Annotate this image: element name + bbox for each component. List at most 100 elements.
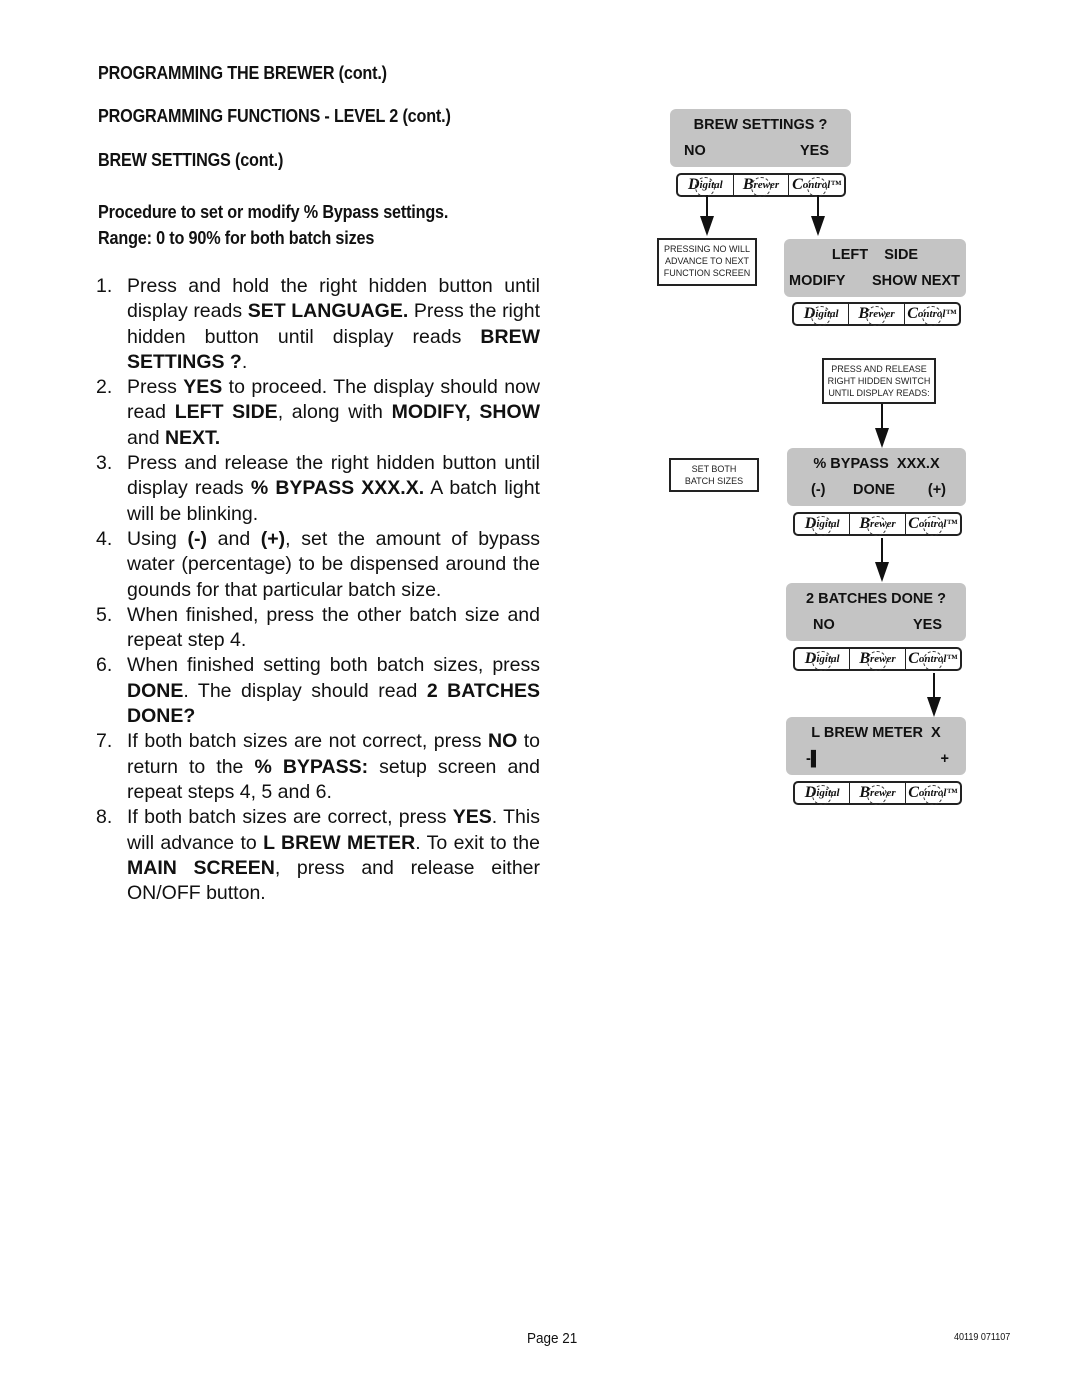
arrow-down-icon <box>875 428 889 448</box>
digital-button[interactable]: Digital <box>795 514 851 536</box>
step-item: 3. Press and release the right hidden but… <box>96 451 540 527</box>
digital-button[interactable]: Digital <box>794 304 850 326</box>
logo-initial: C <box>792 176 803 193</box>
display-minus: -▌ <box>806 751 822 767</box>
display-no: NO <box>813 617 835 633</box>
step-keyword: (-) <box>187 527 207 550</box>
note-line: BATCH SIZES <box>684 476 744 486</box>
hidden-switch-icon <box>751 177 771 197</box>
button-strip: Digital Brewer Control™ <box>793 647 962 671</box>
step-keyword: % BYPASS: <box>254 755 369 778</box>
control-button[interactable]: Control™ <box>906 649 960 671</box>
arrow-down-icon <box>811 216 825 236</box>
control-button[interactable]: Control™ <box>789 175 844 197</box>
hidden-switch-icon <box>866 306 887 326</box>
step-text: Using (-) and (+), set the amount of byp… <box>127 527 540 603</box>
step-text-run: and <box>206 527 261 550</box>
hidden-switch-icon <box>921 306 942 326</box>
note-line: FUNCTION SCREEN <box>663 268 751 278</box>
display-plus: (+) <box>927 482 946 498</box>
digital-button[interactable]: Digital <box>678 175 734 197</box>
display-yes: YES <box>799 143 829 159</box>
step-number: 6. <box>96 654 113 677</box>
step-text-run: . The display should read <box>183 679 427 702</box>
brewer-button[interactable]: Brewer <box>850 783 906 805</box>
hidden-switch-icon <box>922 516 943 536</box>
step-text-run: When finished, press the other batch siz… <box>127 603 540 652</box>
step-number: 3. <box>96 452 113 475</box>
hidden-switch-icon <box>922 651 943 671</box>
logo-initial: C <box>907 305 918 322</box>
document-code: 40119 071107 <box>954 1332 1011 1343</box>
connector-line <box>881 538 883 562</box>
step-keyword: (+) <box>260 527 286 550</box>
logo-initial: C <box>908 784 919 801</box>
step-number: 8. <box>96 806 113 829</box>
step-keyword: YES <box>452 806 492 829</box>
step-number: 7. <box>96 730 113 753</box>
brewer-button[interactable]: Brewer <box>850 649 906 671</box>
button-strip: Digital Brewer Control™ <box>793 781 962 805</box>
step-text-run: When finished setting both batch sizes, … <box>127 654 540 677</box>
display-line1: L BREW METER X <box>811 725 941 741</box>
display-no: NO <box>684 143 706 159</box>
hidden-switch-icon <box>695 177 716 197</box>
step-item: 7. If both batch sizes are not correct, p… <box>96 729 540 805</box>
step-keyword: YES <box>183 376 223 399</box>
display-show: SHOW <box>872 273 918 289</box>
brewer-button[interactable]: Brewer <box>850 514 906 536</box>
hidden-switch-icon <box>806 177 827 197</box>
step-keyword: NO <box>487 730 518 753</box>
display-modify: MODIFY <box>789 273 846 289</box>
brewer-button[interactable]: Brewer <box>849 304 905 326</box>
step-keyword: LEFT SIDE <box>174 401 278 424</box>
brewer-button[interactable]: Brewer <box>734 175 790 197</box>
control-button[interactable]: Control™ <box>905 304 959 326</box>
display-screen-brew-meter: L BREW METER X -▌ + <box>786 717 966 775</box>
step-item: 4. Using (-) and (+), set the amount of b… <box>96 527 540 603</box>
logo-initial: C <box>908 515 919 532</box>
display-line1: LEFT SIDE <box>831 247 919 263</box>
step-number: 4. <box>96 527 113 550</box>
step-item: 5. When finished, press the other batch s… <box>96 603 540 654</box>
step-text-run: Press <box>127 376 184 399</box>
step-item: 6. When finished setting both batch sizes… <box>96 653 540 729</box>
step-keyword: DONE <box>127 679 184 702</box>
control-button[interactable]: Control™ <box>906 514 960 536</box>
note-press-release: PRESS AND RELEASE RIGHT HIDDEN SWITCH UN… <box>822 358 936 404</box>
step-text-run: and <box>127 426 165 449</box>
note-set-both: SET BOTH BATCH SIZES <box>669 458 759 492</box>
display-screen-batches-done: 2 BATCHES DONE ? NO YES <box>786 583 966 641</box>
display-plus: + <box>940 751 949 767</box>
display-done: DONE <box>853 482 895 498</box>
digital-button[interactable]: Digital <box>795 783 851 805</box>
logo-initial: C <box>908 650 919 667</box>
control-button[interactable]: Control™ <box>906 783 960 805</box>
display-next: NEXT <box>921 273 960 289</box>
steps-list: 1. Press and hold the right hidden button… <box>96 274 540 906</box>
button-strip: Digital Brewer Control™ <box>792 302 961 326</box>
arrow-down-icon <box>700 216 714 236</box>
step-keyword: SET LANGUAGE. <box>247 300 409 323</box>
section-heading: PROGRAMMING FUNCTIONS - LEVEL 2 (cont.) <box>98 106 451 126</box>
step-text-run: , along with <box>277 401 392 424</box>
step-text: Press YES to proceed. The display should… <box>127 375 540 451</box>
step-text-run: If both batch sizes are correct, press <box>127 806 453 829</box>
step-text: Press and hold the right hidden button u… <box>127 274 540 375</box>
button-strip: Digital Brewer Control™ <box>793 512 962 536</box>
step-keyword: MAIN SCREEN <box>127 856 275 879</box>
connector-line <box>706 195 708 217</box>
step-item: 8. If both batch sizes are correct, press… <box>96 805 540 906</box>
page-number: Page 21 <box>527 1330 578 1347</box>
note-line: PRESS AND RELEASE <box>831 364 927 374</box>
step-text: Press and release the right hidden butto… <box>127 451 540 527</box>
step-number: 5. <box>96 603 113 626</box>
note-line: RIGHT HIDDEN SWITCH <box>827 376 931 386</box>
note-line: SET BOTH <box>691 464 737 474</box>
step-number: 1. <box>96 275 113 297</box>
subsection-heading: BREW SETTINGS (cont.) <box>98 150 284 170</box>
step-keyword: L BREW METER <box>263 831 416 854</box>
hidden-switch-icon <box>812 516 833 536</box>
arrow-down-icon <box>875 562 889 582</box>
digital-button[interactable]: Digital <box>795 649 851 671</box>
